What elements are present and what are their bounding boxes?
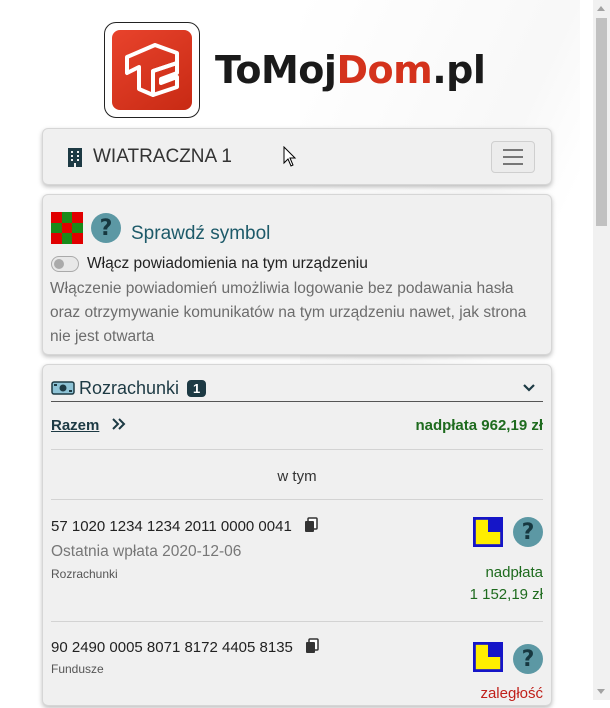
notifications-description: Włączenie powiadomień umożliwia logowani… — [50, 280, 527, 345]
help-icon[interactable]: ? — [513, 517, 543, 547]
accounts-title: Rozrachunki — [79, 377, 180, 398]
last-payment: Ostatnia wpłata 2020-12-06 — [51, 543, 242, 560]
account-type: Fundusze — [51, 662, 104, 676]
accounts-count-badge: 1 — [187, 379, 207, 397]
account-number: 90 2490 0005 8071 8172 4405 8135 — [51, 638, 543, 656]
site-logo[interactable]: ToMojDom.pl — [104, 22, 486, 118]
divider — [51, 621, 543, 622]
accounts-card: Rozrachunki 1 Razem nadpłata 962,19 zł w… — [42, 364, 552, 706]
resident-symbol-icon — [51, 212, 83, 244]
account-symbol-icon — [473, 517, 503, 547]
total-row: Razem nadpłata 962,19 zł — [51, 417, 543, 439]
building-icon — [68, 148, 82, 167]
money-icon — [51, 381, 75, 395]
total-link[interactable]: Razem — [51, 417, 99, 434]
scroll-down-arrow-icon[interactable] — [597, 689, 605, 694]
help-icon[interactable]: ? — [91, 213, 121, 243]
navbar-title: WIATRACZNA 1 — [93, 146, 232, 167]
logo-text: ToMojDom.pl — [215, 48, 486, 92]
total-value: nadpłata 962,19 zł — [415, 417, 543, 434]
accounts-header[interactable]: Rozrachunki 1 — [51, 375, 543, 402]
account-item: 90 2490 0005 8071 8172 4405 8135 Fundusz… — [51, 638, 543, 708]
notifications-label[interactable]: Włącz powiadomienia na tym urządzeniu — [87, 255, 368, 273]
notifications-toggle[interactable] — [51, 256, 79, 272]
chevron-down-icon[interactable] — [523, 381, 535, 395]
scroll-up-arrow-icon[interactable] — [597, 6, 605, 11]
check-symbol-link[interactable]: Sprawdź symbol — [131, 223, 270, 245]
scrollbar[interactable] — [593, 0, 610, 700]
navbar: WIATRACZNA 1 — [42, 128, 552, 185]
mouse-cursor-icon — [283, 146, 297, 167]
in-that-label: w tym — [277, 468, 317, 485]
help-icon[interactable]: ? — [513, 644, 543, 674]
account-number: 57 1020 1234 1234 2011 0000 0041 — [51, 517, 543, 535]
double-chevron-right-icon[interactable] — [112, 417, 126, 434]
account-status: nadpłata 1 152,19 zł — [469, 564, 543, 603]
logo-icon — [104, 22, 200, 118]
scrollbar-thumb[interactable] — [596, 18, 607, 226]
account-status: zaległość — [480, 685, 543, 702]
divider — [51, 499, 543, 500]
copy-icon[interactable] — [304, 517, 318, 533]
info-card: ? Sprawdź symbol Włącz powiadomienia na … — [42, 194, 552, 355]
account-symbol-icon — [473, 642, 503, 672]
account-item: 57 1020 1234 1234 2011 0000 0041 Ostatni… — [51, 517, 543, 617]
copy-icon[interactable] — [305, 638, 319, 654]
navbar-brand[interactable]: WIATRACZNA 1 — [67, 146, 232, 168]
hamburger-icon — [503, 149, 523, 151]
menu-toggle-button[interactable] — [491, 141, 535, 173]
divider — [51, 449, 543, 450]
